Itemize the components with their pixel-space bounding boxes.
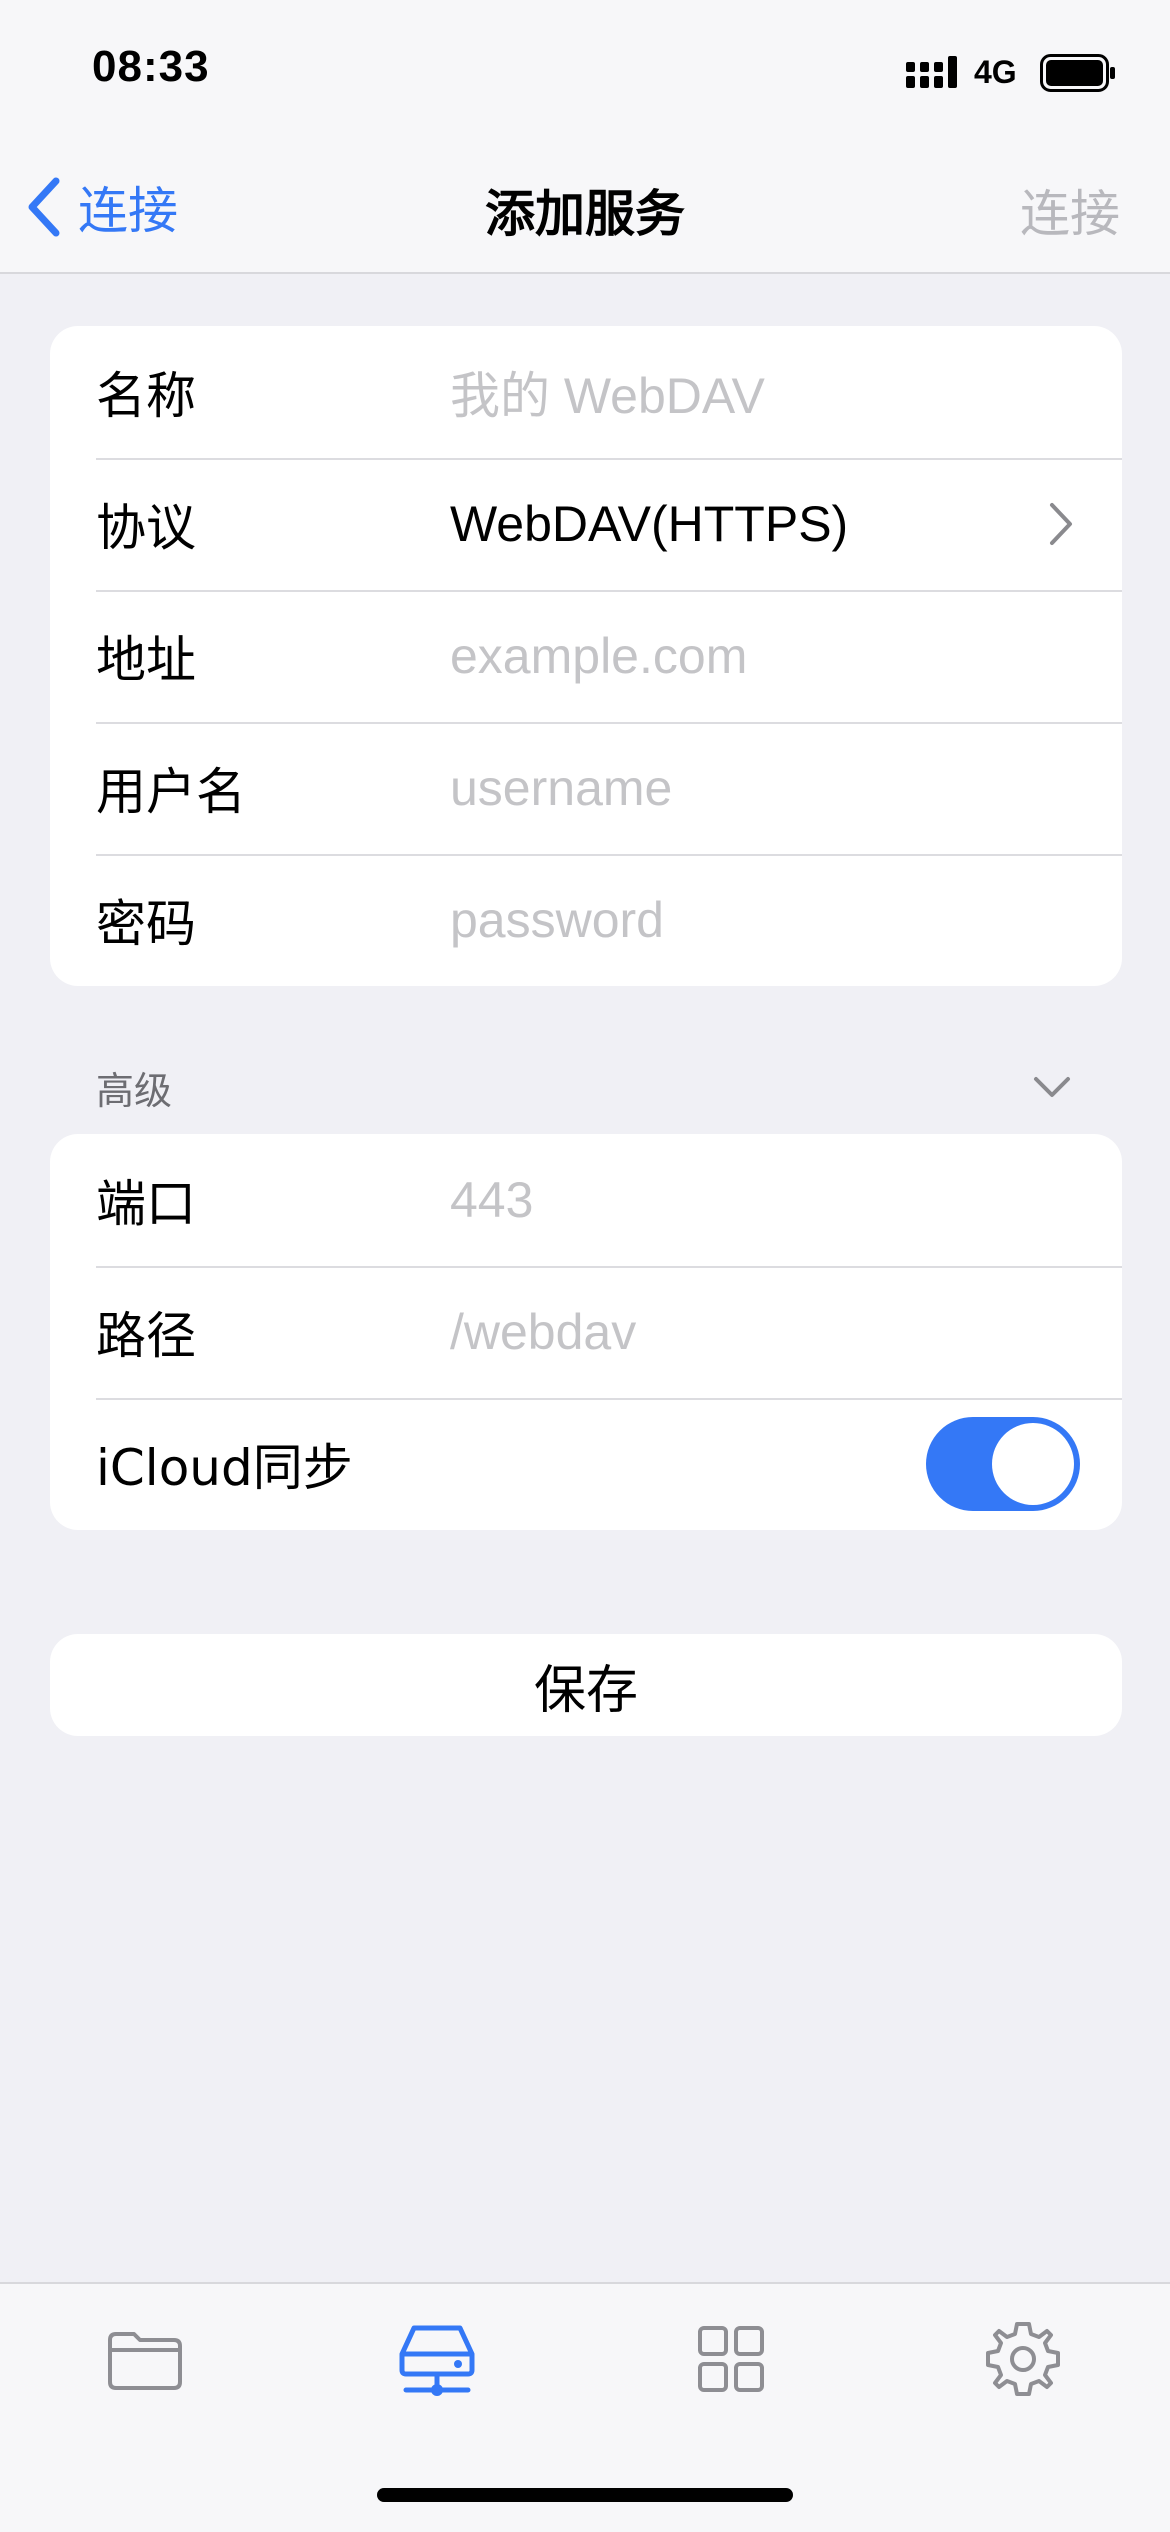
save-button[interactable]: 保存: [50, 1634, 1122, 1736]
port-row[interactable]: 端口 443: [50, 1134, 1122, 1266]
navigation-bar: 连接 添加服务 连接: [0, 140, 1170, 274]
password-row[interactable]: 密码 password: [50, 854, 1122, 986]
icloud-sync-row: iCloud同步: [50, 1398, 1122, 1530]
advanced-form: 端口 443 路径 /webdav iCloud同步: [50, 1134, 1122, 1530]
path-input[interactable]: /webdav: [450, 1303, 636, 1361]
name-row[interactable]: 名称 我的 WebDAV: [50, 326, 1122, 458]
tab-apps[interactable]: [686, 2314, 776, 2404]
connect-button[interactable]: 连接: [1020, 174, 1120, 246]
path-row[interactable]: 路径 /webdav: [50, 1266, 1122, 1398]
protocol-row[interactable]: 协议 WebDAV(HTTPS): [50, 458, 1122, 590]
name-label: 名称: [96, 367, 196, 425]
chevron-right-icon: [1050, 503, 1072, 545]
tab-files[interactable]: [100, 2314, 190, 2404]
grid-icon: [698, 2326, 764, 2392]
protocol-value[interactable]: WebDAV(HTTPS): [450, 495, 848, 553]
toggle-knob: [992, 1423, 1074, 1505]
tab-settings[interactable]: [978, 2314, 1068, 2404]
gear-icon: [986, 2322, 1060, 2396]
address-row[interactable]: 地址 example.com: [50, 590, 1122, 722]
status-bar: 08:33 4G: [0, 0, 1170, 140]
status-time: 08:33: [92, 42, 210, 91]
password-input[interactable]: password: [450, 891, 664, 949]
tab-servers[interactable]: [392, 2314, 482, 2404]
icloud-sync-toggle[interactable]: [926, 1417, 1080, 1511]
protocol-label: 协议: [96, 499, 196, 557]
name-input[interactable]: 我的 WebDAV: [450, 356, 765, 428]
server-icon: [399, 2325, 475, 2396]
cellular-signal-icon: [906, 56, 957, 88]
icloud-sync-label: iCloud同步: [96, 1439, 353, 1497]
save-label: 保存: [533, 1660, 638, 1721]
address-input[interactable]: example.com: [450, 627, 747, 685]
chevron-down-icon[interactable]: [1030, 1072, 1074, 1102]
home-indicator[interactable]: [377, 2488, 793, 2502]
username-label: 用户名: [96, 763, 246, 821]
page-title: 添加服务: [485, 185, 685, 243]
path-label: 路径: [96, 1307, 196, 1365]
battery-icon: [1040, 54, 1115, 92]
address-label: 地址: [96, 631, 196, 689]
username-input[interactable]: username: [450, 759, 672, 817]
username-row[interactable]: 用户名 username: [50, 722, 1122, 854]
folder-icon: [108, 2332, 182, 2390]
port-input[interactable]: 443: [450, 1171, 533, 1229]
connection-form: 名称 我的 WebDAV 协议 WebDAV(HTTPS) 地址 example…: [50, 326, 1122, 986]
advanced-section-header: 高级: [96, 1069, 173, 1113]
network-type: 4G: [974, 54, 1017, 90]
password-label: 密码: [96, 895, 196, 953]
port-label: 端口: [96, 1175, 196, 1233]
